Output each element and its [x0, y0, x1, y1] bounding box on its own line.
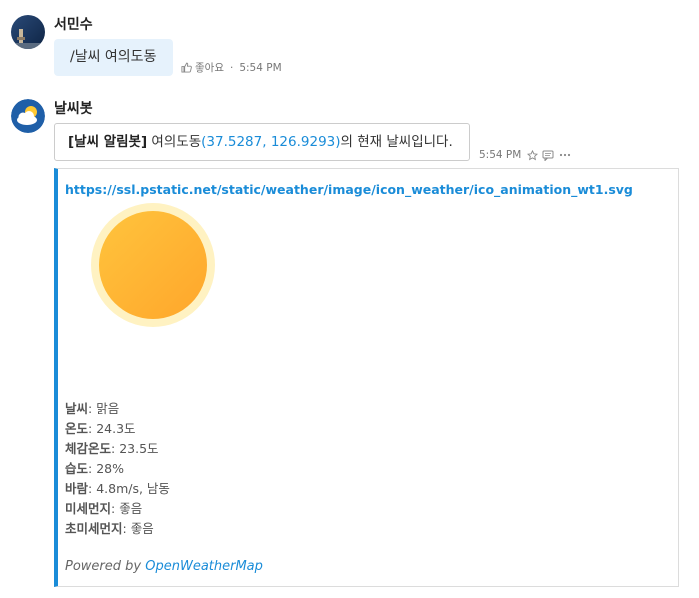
info-value: 좋음 — [130, 521, 154, 536]
star-icon[interactable] — [527, 149, 539, 161]
meta-separator: · — [229, 61, 234, 74]
bot-prefix: [날씨 알림봇] — [68, 134, 148, 150]
info-row-fine-dust: 미세먼지: 좋음 — [65, 501, 143, 516]
thumbs-up-icon — [181, 62, 192, 73]
sender-name: 서민수 — [54, 17, 93, 33]
info-value: 맑음 — [96, 401, 120, 416]
info-value: 좋음 — [119, 501, 143, 516]
latitude: 37.5287 — [206, 134, 263, 150]
sender-name: 날씨봇 — [54, 101, 93, 117]
message-time: 5:54 PM — [479, 149, 522, 161]
weather-icon-link[interactable]: https://ssl.pstatic.net/static/weather/i… — [65, 182, 633, 197]
message-meta: 5:54 PM — [479, 149, 571, 161]
user-avatar[interactable] — [11, 15, 45, 49]
info-value: 28% — [96, 461, 124, 476]
message-meta: 좋아요 · 5:54 PM — [181, 60, 282, 75]
like-label: 좋아요 — [195, 62, 224, 74]
info-row-humidity: 습도: 28% — [65, 461, 124, 476]
coordinates-link[interactable]: (37.5287, 126.9293) — [201, 134, 340, 150]
info-key: 미세먼지 — [65, 501, 112, 516]
info-key: 바람 — [65, 481, 89, 496]
provider-link[interactable]: OpenWeatherMap — [145, 559, 263, 574]
place-name: 여의도동 — [147, 134, 202, 150]
info-value: 23.5도 — [119, 441, 159, 456]
coord-separator: , — [262, 134, 271, 150]
info-key: 온도 — [65, 421, 89, 436]
bot-message: [날씨 알림봇] 여의도동(37.5287, 126.9293)의 현재 날씨입… — [54, 123, 470, 161]
bot-avatar[interactable] — [11, 99, 45, 133]
info-row-feels-like: 체감온도: 23.5도 — [65, 441, 159, 456]
info-value: 4.8m/s, 남동 — [96, 481, 170, 496]
more-icon[interactable] — [559, 153, 571, 157]
info-row-wind: 바람: 4.8m/s, 남동 — [65, 481, 170, 496]
info-key: 체감온도 — [65, 441, 112, 456]
info-key: 날씨 — [65, 401, 89, 416]
sun-icon — [90, 202, 216, 328]
info-key: 습도 — [65, 461, 89, 476]
user-message: /날씨 여의도동 — [54, 39, 173, 76]
info-row-temperature: 온도: 24.3도 — [65, 421, 136, 436]
powered-by-label: Powered by — [65, 559, 142, 574]
info-row-ultrafine-dust: 초미세먼지: 좋음 — [65, 521, 154, 536]
weather-info: 날씨: 맑음 온도: 24.3도 체감온도: 23.5도 습도: 28% 바람:… — [65, 399, 170, 539]
weather-card: https://ssl.pstatic.net/static/weather/i… — [54, 168, 679, 587]
powered-by: Powered by OpenWeatherMap — [65, 559, 263, 574]
info-row-weather: 날씨: 맑음 — [65, 401, 120, 416]
info-key: 초미세먼지 — [65, 521, 123, 536]
message-suffix: 의 현재 날씨입니다. — [340, 134, 453, 150]
longitude: 126.9293 — [270, 134, 336, 150]
like-button[interactable]: 좋아요 — [181, 60, 224, 75]
info-value: 24.3도 — [96, 421, 136, 436]
message-time: 5:54 PM — [239, 61, 282, 74]
comment-icon[interactable] — [542, 150, 554, 161]
